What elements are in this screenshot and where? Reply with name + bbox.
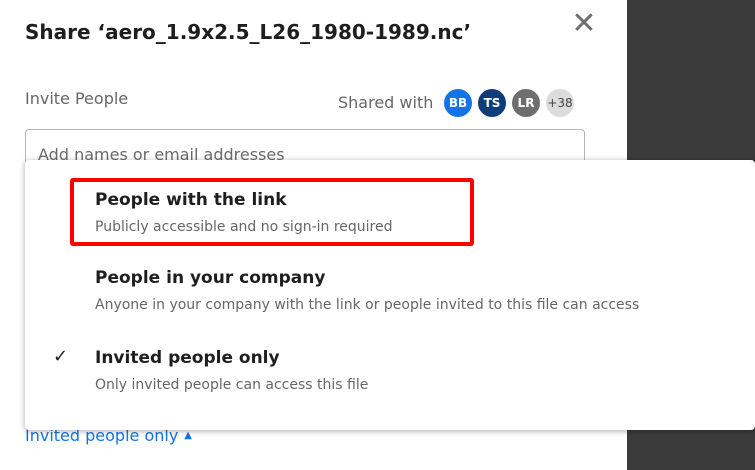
invite-people-label: Invite People [25,89,129,108]
caret-up-icon: ▲ [184,430,192,441]
shared-with-label: Shared with [338,93,434,112]
avatar[interactable]: TS [476,87,508,119]
menu-item-people-with-link[interactable]: People with the link Publicly accessible… [25,160,755,238]
close-icon[interactable]: ✕ [570,9,598,39]
menu-item-invited-only[interactable]: ✓ Invited people only Only invited peopl… [25,316,755,394]
screen: Share ‘aero_1.9x2.5_L26_1980-1989.nc’ ✕ … [0,0,755,470]
menu-item-description: Only invited people can access this file [95,377,369,393]
menu-item-people-in-company[interactable]: People in your company Anyone in your co… [25,238,755,316]
menu-item-description: Anyone in your company with the link or … [95,297,640,313]
menu-item-label: People in your company [95,268,326,288]
avatar[interactable]: LR [510,87,542,119]
access-menu: People with the link Publicly accessible… [25,160,755,430]
menu-item-description: Publicly accessible and no sign-in requi… [95,219,393,235]
checkmark-icon: ✓ [53,346,69,367]
menu-item-label: Invited people only [95,348,280,368]
shared-avatars[interactable]: BB TS LR +38 [442,87,578,119]
menu-item-label: People with the link [95,190,287,210]
avatar[interactable]: BB [442,87,474,119]
more-avatars-count[interactable]: +38 [544,87,576,119]
dialog-title: Share ‘aero_1.9x2.5_L26_1980-1989.nc’ [25,20,472,44]
